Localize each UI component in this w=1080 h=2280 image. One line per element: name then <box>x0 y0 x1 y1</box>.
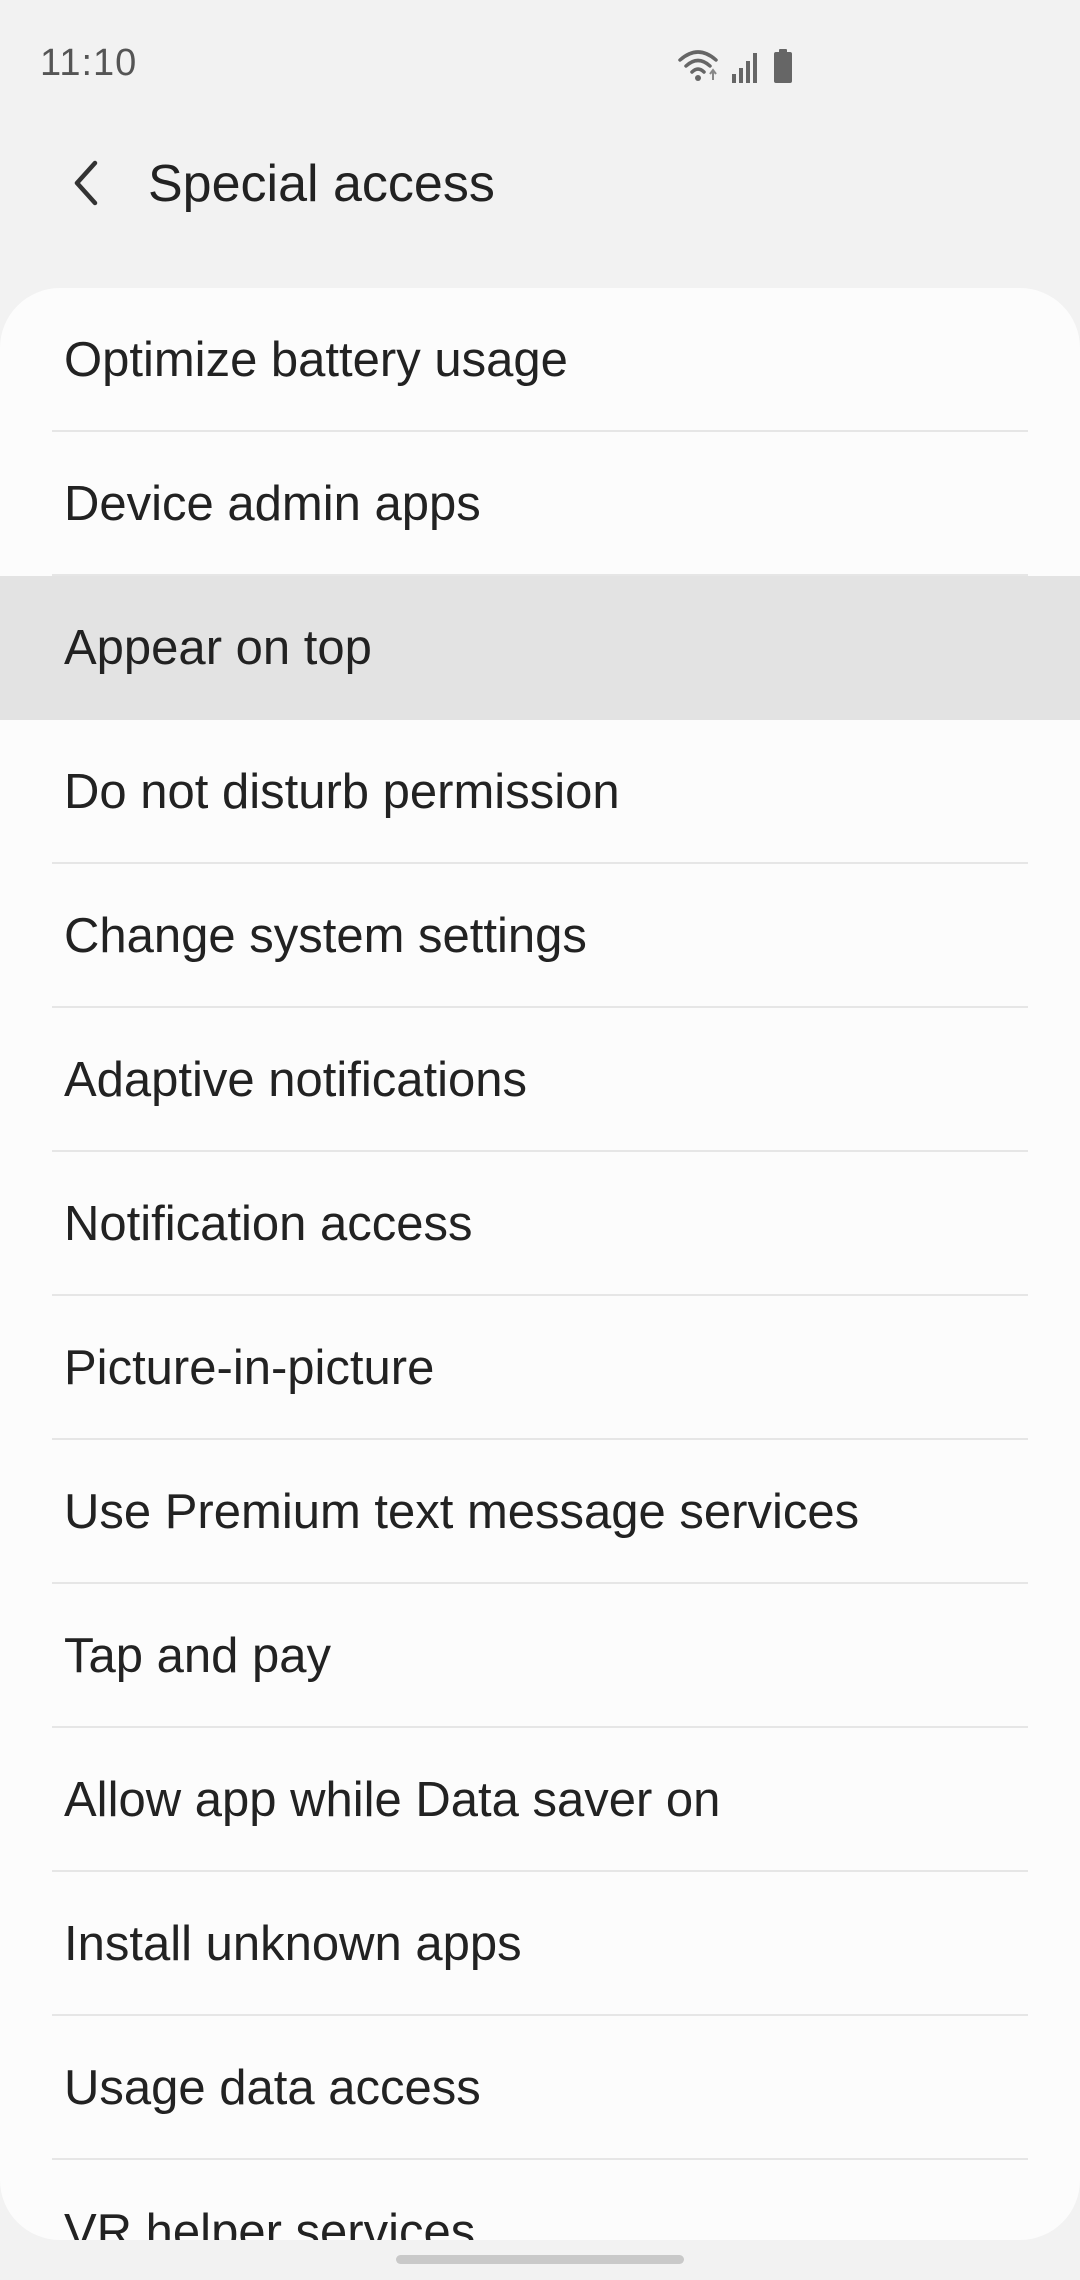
page-title: Special access <box>148 155 495 213</box>
list-item-label: Optimize battery usage <box>64 333 568 387</box>
status-time: 11:10 <box>40 42 138 84</box>
list-item-label: Tap and pay <box>64 1629 331 1683</box>
list-item-label: Appear on top <box>64 621 372 675</box>
list-item-label: VR helper services <box>64 2205 476 2240</box>
list-item-label: Adaptive notifications <box>64 1053 528 1107</box>
chevron-left-icon <box>69 159 105 212</box>
list-item-premium-text-message-services[interactable]: Use Premium text message services <box>0 1440 1080 1584</box>
list-item-usage-data-access[interactable]: Usage data access <box>0 2016 1080 2160</box>
back-button[interactable] <box>52 150 122 220</box>
list-item-label: Notification access <box>64 1197 473 1251</box>
list-item-label: Use Premium text message services <box>64 1485 860 1539</box>
list-item-picture-in-picture[interactable]: Picture-in-picture <box>0 1296 1080 1440</box>
list-item-device-admin-apps[interactable]: Device admin apps <box>0 432 1080 576</box>
list-item-label: Allow app while Data saver on <box>64 1773 721 1827</box>
list-item-label: Change system settings <box>64 909 587 963</box>
list-item-optimize-battery-usage[interactable]: Optimize battery usage <box>0 288 1080 432</box>
list-item-do-not-disturb-permission[interactable]: Do not disturb permission <box>0 720 1080 864</box>
list-item-tap-and-pay[interactable]: Tap and pay <box>0 1584 1080 1728</box>
settings-list: Optimize battery usage Device admin apps… <box>0 288 1080 2240</box>
battery-icon <box>772 48 794 84</box>
list-item-change-system-settings[interactable]: Change system settings <box>0 864 1080 1008</box>
list-item-adaptive-notifications[interactable]: Adaptive notifications <box>0 1008 1080 1152</box>
app-bar: Special access <box>0 130 1080 240</box>
list-item-label: Usage data access <box>64 2061 481 2115</box>
list-item-notification-access[interactable]: Notification access <box>0 1152 1080 1296</box>
list-item-label: Picture-in-picture <box>64 1341 435 1395</box>
list-item-label: Install unknown apps <box>64 1917 522 1971</box>
status-bar: 11:10 <box>0 0 1080 130</box>
list-item-appear-on-top[interactable]: Appear on top <box>0 576 1080 720</box>
list-item-install-unknown-apps[interactable]: Install unknown apps <box>0 1872 1080 2016</box>
gesture-nav-handle[interactable] <box>396 2255 684 2264</box>
list-item-allow-app-data-saver[interactable]: Allow app while Data saver on <box>0 1728 1080 1872</box>
wifi-icon <box>676 48 720 84</box>
list-item-vr-helper-services[interactable]: VR helper services <box>0 2160 1080 2240</box>
status-icons <box>676 44 794 84</box>
list-item-label: Device admin apps <box>64 477 481 531</box>
signal-icon <box>730 50 762 84</box>
list-item-label: Do not disturb permission <box>64 765 620 819</box>
